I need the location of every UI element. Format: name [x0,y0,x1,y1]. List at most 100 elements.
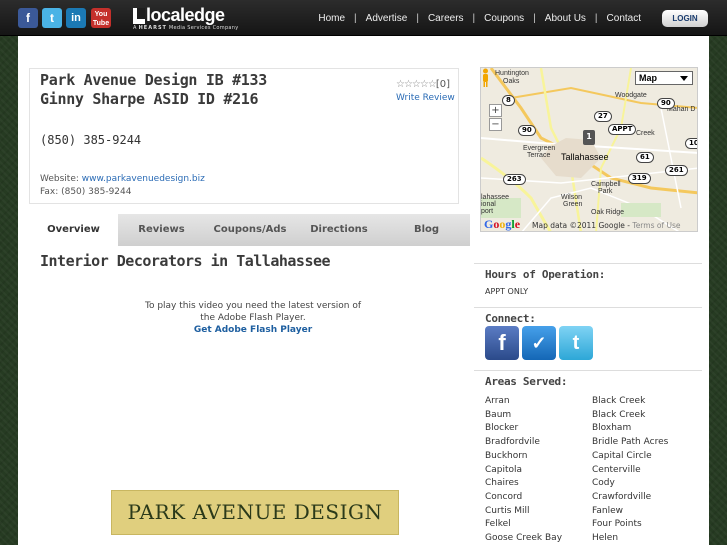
area-item[interactable]: Goose Creek Bay [485,532,562,545]
map-label-huntington: Huntington [495,70,529,77]
write-review-link[interactable]: Write Review [396,93,455,103]
areas-served-title: Areas Served: [485,375,568,388]
flash-message-line1: To play this video you need the latest v… [144,301,362,311]
map-shield-261: 261 [665,165,688,176]
twitter-icon[interactable]: t [42,8,62,28]
map-label-airport-2: port [481,208,494,215]
area-item[interactable]: Bloxham [592,422,668,436]
login-button[interactable]: LOGIN [662,10,708,27]
website-label: Website: [40,174,82,184]
area-item[interactable]: Capitola [485,464,562,478]
area-item[interactable]: Chaires [485,477,562,491]
review-count: [0] [435,79,450,90]
nav-advertise[interactable]: Advertise [366,13,408,24]
top-bar: f t in You Tube localedge A HEARST Media… [0,0,727,36]
areas-column-2: Black Creek Black Creek Bloxham Bridle P… [592,395,668,545]
map-roads [481,68,697,231]
area-item[interactable]: Concord [485,491,562,505]
map-label-woodgate: Woodgate [615,92,647,99]
map-credit: Map data ©2011 Google - Terms of Use [532,221,681,230]
nav-home[interactable]: Home [318,13,345,24]
area-item[interactable]: Capital Circle [592,450,668,464]
map-label-hasse: lahassee [481,194,510,201]
brand-logo[interactable]: localedge [146,5,225,26]
area-item[interactable]: Centerville [592,464,668,478]
map-type-select[interactable]: Map [635,71,693,85]
brand-sub-prefix: A [133,25,137,31]
nav-coupons[interactable]: Coupons [484,13,524,24]
location-map[interactable]: + − Map Huntington Oaks Woodgate Evergre… [480,67,698,232]
website-row: Website: www.parkavenuedesign.biz [40,174,205,184]
flash-message-line2: the Adobe Flash Player. [200,313,306,323]
flash-placeholder: To play this video you need the latest v… [128,300,378,336]
section-title: Interior Decorators in Tallahassee [40,252,331,270]
map-type-value: Map [639,73,657,83]
fax-number: Fax: (850) 385-9244 [40,187,132,197]
facebook-connect-icon[interactable]: f [485,326,519,360]
youtube-icon[interactable]: You Tube [91,8,111,28]
nav-contact[interactable]: Contact [607,13,641,24]
map-shield-319: 319 [628,173,651,184]
business-banner-ad[interactable]: PARK AVENUE DESIGN [111,490,399,535]
area-item[interactable]: Curtis Mill [485,505,562,519]
localedge-logo-icon[interactable] [133,8,145,24]
area-item[interactable]: Four Points [592,518,668,532]
area-item[interactable]: Felkel [485,518,562,532]
get-flash-player-link[interactable]: Get Adobe Flash Player [128,324,378,336]
map-label-green: Green [563,201,583,208]
area-item[interactable]: Bradfordvile [485,436,562,450]
map-shield-263: 263 [503,174,526,185]
tab-reviews[interactable]: Reviews [118,214,205,246]
nav-careers[interactable]: Careers [428,13,464,24]
tab-coupons-ads[interactable]: Coupons/Ads [205,214,295,246]
brand-subtitle: A HEARST Media Services Company [133,25,239,31]
map-shield-90b: 90 [657,98,675,109]
tab-bar: Overview Reviews Coupons/Ads Directions … [29,214,470,246]
linkedin-icon[interactable]: in [66,8,86,28]
main-nav: Home | Advertise | Careers | Coupons | About Us |… [318,13,641,24]
tab-directions[interactable]: Directions [295,214,383,246]
facebook-icon[interactable]: f [18,8,38,28]
street-view-pegman-icon[interactable] [481,68,490,88]
area-item[interactable]: Bridle Path Acres [592,436,668,450]
area-item[interactable]: Buckhorn [485,450,562,464]
area-item[interactable]: Crawfordville [592,491,668,505]
tab-overview[interactable]: Overview [29,214,118,246]
area-item[interactable]: Cody [592,477,668,491]
map-label-park: Park [598,188,613,195]
area-item[interactable]: Blocker [485,422,562,436]
brand-sub-suffix: Media Services Company [168,25,239,31]
area-item[interactable]: Fanlew [592,505,668,519]
zoom-in-button[interactable]: + [489,104,502,117]
area-item[interactable]: Arran [485,395,562,409]
map-data-credit: Map data ©2011 Google - [532,221,633,230]
map-label-wilson: Wilson [561,194,583,201]
area-item[interactable]: Black Creek [592,409,668,423]
area-item[interactable]: Helen [592,532,668,545]
chevron-down-icon [680,76,688,81]
map-footer: Google Map data ©2011 Google - Terms of … [481,216,697,231]
map-shield-appt: APPT [608,124,637,135]
zoom-out-button[interactable]: − [489,118,502,131]
map-label-campbell: Campbell [591,181,621,188]
star-icons: ☆☆☆☆☆ [396,79,437,90]
twitter-connect-icon[interactable]: t [559,326,593,360]
business-name-line1: Park Avenue Design IB #133 [40,71,268,89]
tab-blog[interactable]: Blog [383,214,470,246]
map-pin-icon[interactable]: 1 [583,130,595,145]
nav-about-us[interactable]: About Us [545,13,586,24]
terms-of-use-link[interactable]: Terms of Use [632,221,680,230]
website-link[interactable]: www.parkavenuedesign.biz [82,174,205,184]
area-item[interactable]: Baum [485,409,562,423]
area-item[interactable]: Black Creek [592,395,668,409]
connect-title: Connect: [485,312,536,325]
brand-sub-brand: HEARST [138,25,167,31]
google-logo: Google [484,217,521,231]
business-name-line2: Ginny Sharpe ASID ID #216 [40,90,259,108]
phone-number: (850) 385-9244 [40,133,142,147]
content-page: Park Avenue Design IB #133 Ginny Sharpe … [18,36,709,545]
foursquare-connect-icon[interactable]: ✓ [522,326,556,360]
business-name: Park Avenue Design IB #133 Ginny Sharpe … [40,71,267,109]
map-label-creek: Creek [636,130,655,137]
hours-title: Hours of Operation: [485,268,606,281]
